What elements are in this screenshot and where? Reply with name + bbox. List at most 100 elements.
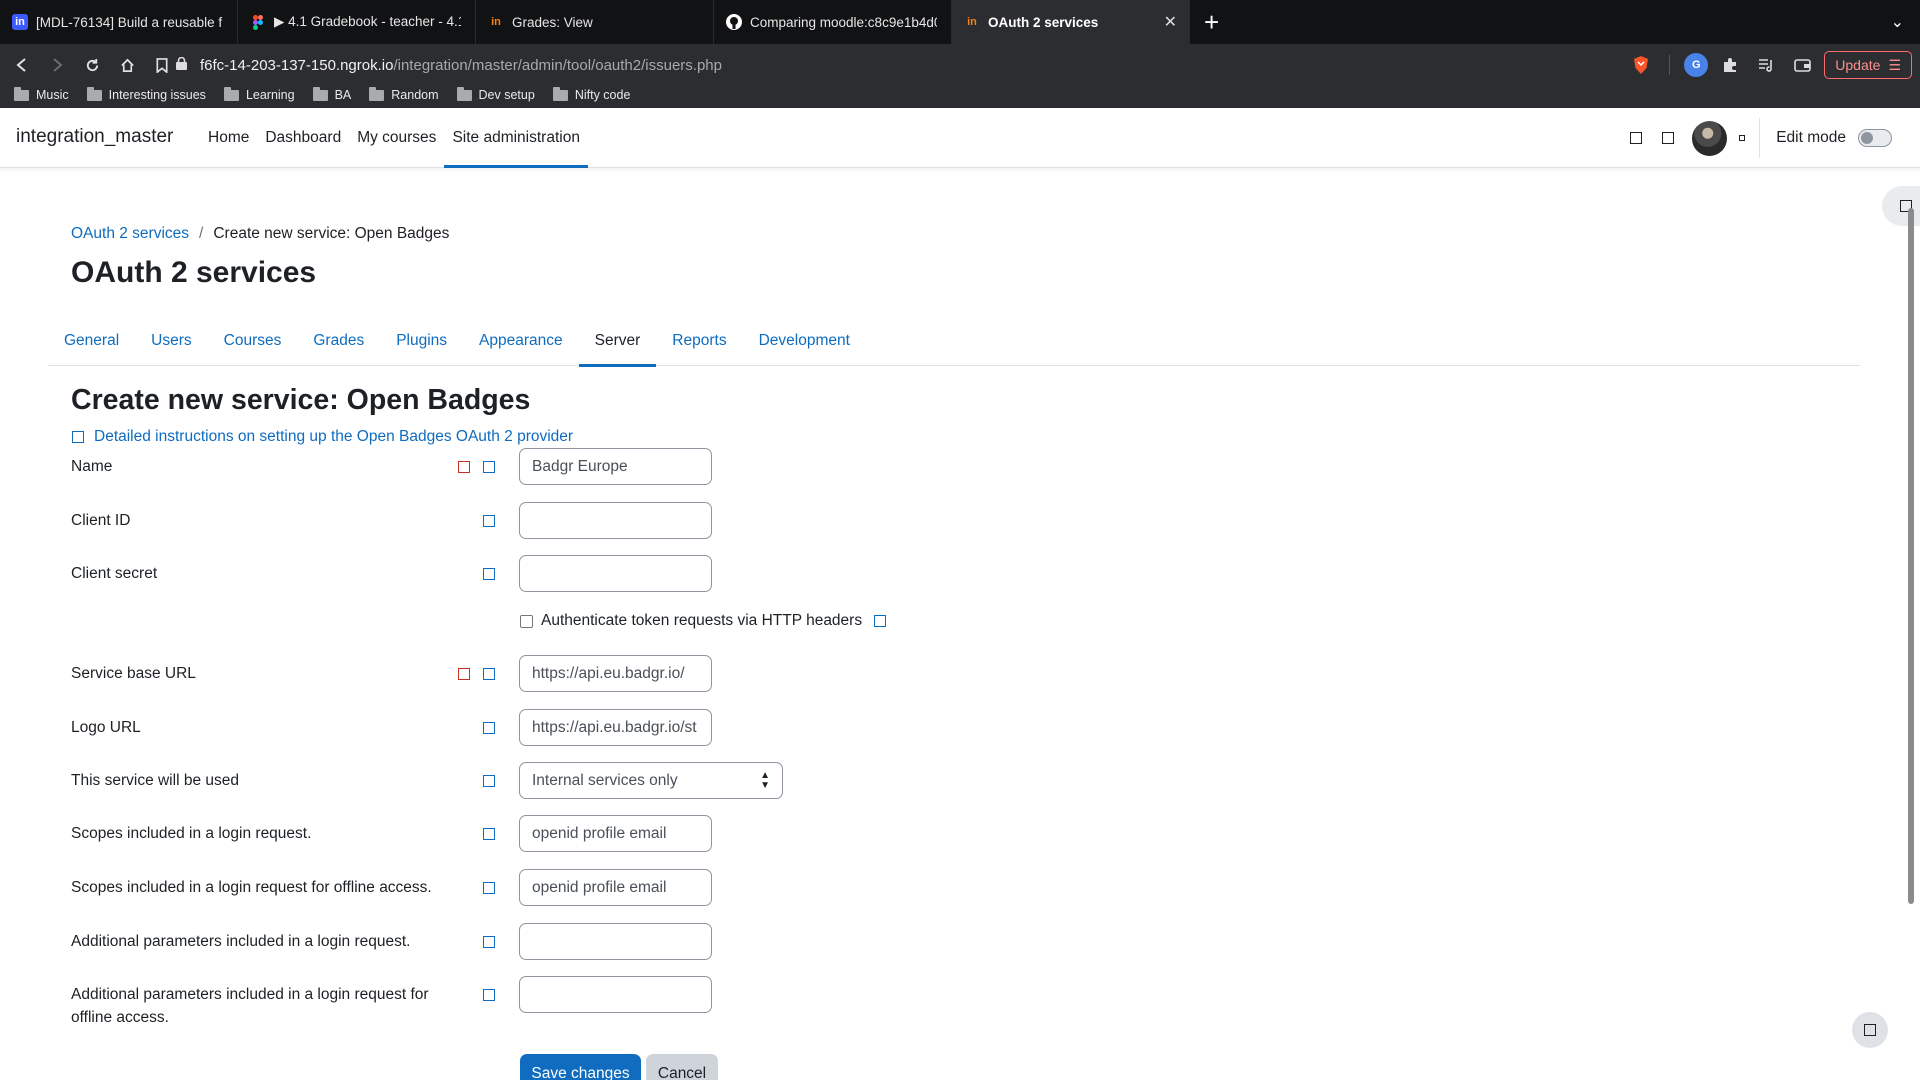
url-host: f6fc-14-203-137-150.ngrok.io xyxy=(200,56,394,74)
bookmark-folder[interactable]: Music xyxy=(14,86,69,104)
tab-development[interactable]: Development xyxy=(743,316,866,366)
tab-general[interactable]: General xyxy=(48,316,135,366)
bookmark-folder[interactable]: Random xyxy=(369,86,439,104)
brave-shields-icon[interactable] xyxy=(1627,51,1655,79)
tab-courses[interactable]: Courses xyxy=(208,316,298,366)
field-label: Scopes included in a login request for o… xyxy=(71,869,495,899)
block-drawer-toggle[interactable] xyxy=(1882,186,1920,226)
field-label: Client secret xyxy=(71,555,495,585)
folder-icon xyxy=(552,86,568,101)
toolbar-actions: G Update ☰ xyxy=(1627,50,1912,80)
update-button[interactable]: Update ☰ xyxy=(1824,51,1912,79)
browser-tab[interactable]: Comparing moodle:c8c9e1b4d033e xyxy=(714,0,952,44)
name-label: Name xyxy=(71,458,113,475)
tab-users[interactable]: Users xyxy=(135,316,207,366)
notifications-icon[interactable] xyxy=(1630,132,1643,144)
translate-extension-icon[interactable]: G xyxy=(1684,53,1709,77)
user-menu-chevron-icon[interactable] xyxy=(1739,135,1746,141)
scopes-offline-input[interactable]: openid profile email xyxy=(519,869,712,906)
form-row-scopes-login: Scopes included in a login request. open… xyxy=(71,815,931,852)
browser-tab-active[interactable]: in OAuth 2 services ✕ xyxy=(952,0,1190,44)
browser-tab[interactable]: in [MDL-76134] Build a reusable filter xyxy=(0,0,238,44)
help-icon[interactable] xyxy=(483,828,495,840)
user-controls: Edit mode xyxy=(1630,108,1920,168)
wallet-icon[interactable] xyxy=(1788,51,1816,79)
reload-icon[interactable] xyxy=(76,49,108,81)
form-row-logo-url: Logo URL https://api.eu.badgr.io/st xyxy=(71,709,931,746)
nav-dashboard[interactable]: Dashboard xyxy=(257,108,349,168)
help-icon[interactable] xyxy=(483,668,495,680)
bookmark-icon[interactable] xyxy=(146,49,178,81)
new-tab-icon[interactable]: + xyxy=(1190,0,1233,44)
field-label: Client ID xyxy=(71,502,495,532)
auth-headers-label[interactable]: Authenticate token requests via HTTP hea… xyxy=(541,612,862,630)
client-id-input[interactable] xyxy=(519,502,712,539)
params-offline-input[interactable] xyxy=(519,976,712,1013)
tab-plugins[interactable]: Plugins xyxy=(380,316,463,366)
service-use-selected: Internal services only xyxy=(532,771,678,789)
form-row-scopes-offline: Scopes included in a login request for o… xyxy=(71,869,931,906)
bookmark-folder[interactable]: Dev setup xyxy=(456,86,535,104)
bookmark-folder[interactable]: Learning xyxy=(223,86,295,104)
cancel-button[interactable]: Cancel xyxy=(646,1054,718,1080)
bookmark-label: Random xyxy=(391,88,439,102)
edit-mode-label: Edit mode xyxy=(1776,129,1846,146)
help-icon[interactable] xyxy=(483,936,495,948)
help-icon[interactable] xyxy=(483,989,495,1001)
page-title: OAuth 2 services xyxy=(71,256,317,289)
breadcrumb-oauth2-services[interactable]: OAuth 2 services xyxy=(71,225,189,243)
edit-mode-toggle[interactable] xyxy=(1858,129,1892,147)
scopes-offline-label: Scopes included in a login request for o… xyxy=(71,879,432,896)
nav-my-courses[interactable]: My courses xyxy=(349,108,444,168)
site-name[interactable]: integration_master xyxy=(16,126,173,148)
name-input[interactable]: Badgr Europe xyxy=(519,448,712,485)
help-icon[interactable] xyxy=(483,775,495,787)
bookmark-folder[interactable]: Nifty code xyxy=(552,86,630,104)
forward-icon[interactable] xyxy=(41,49,73,81)
field-label: This service will be used xyxy=(71,762,495,792)
nav-site-administration[interactable]: Site administration xyxy=(444,108,588,168)
client-secret-input[interactable] xyxy=(519,555,712,592)
playlist-icon[interactable] xyxy=(1752,51,1780,79)
help-icon[interactable] xyxy=(483,515,495,527)
docs-link[interactable]: Detailed instructions on setting up the … xyxy=(72,428,573,446)
browser-tab[interactable]: in Grades: View xyxy=(476,0,714,44)
tab-server[interactable]: Server xyxy=(578,316,657,367)
help-icon[interactable] xyxy=(483,882,495,894)
address-bar[interactable]: f6fc-14-203-137-150.ngrok.io/integration… xyxy=(176,48,1656,82)
help-icon[interactable] xyxy=(483,722,495,734)
home-icon[interactable] xyxy=(111,49,143,81)
footer-help-button[interactable] xyxy=(1852,1012,1888,1048)
service-use-select[interactable]: Internal services only ▲ ▼ xyxy=(519,762,783,799)
back-icon[interactable] xyxy=(6,49,38,81)
params-login-input[interactable] xyxy=(519,923,712,960)
invision-favicon-icon: in xyxy=(12,14,28,30)
docs-link-text[interactable]: Detailed instructions on setting up the … xyxy=(94,428,573,446)
moodle-favicon-icon: in xyxy=(491,16,501,28)
avatar[interactable] xyxy=(1692,120,1728,156)
close-tab-icon[interactable]: ✕ xyxy=(1164,12,1177,32)
browser-tab[interactable]: ▶ 4.1 Gradebook - teacher - 4.1 Gra xyxy=(238,0,476,44)
auth-headers-checkbox[interactable] xyxy=(520,614,533,628)
bookmark-folder[interactable]: BA xyxy=(312,86,351,104)
secondary-navigation: General Users Courses Grades Plugins App… xyxy=(48,316,1860,367)
tab-reports[interactable]: Reports xyxy=(656,316,742,366)
breadcrumb: OAuth 2 services / Create new service: O… xyxy=(71,225,449,243)
help-icon[interactable] xyxy=(483,568,495,580)
save-changes-button[interactable]: Save changes xyxy=(520,1054,641,1080)
messages-icon[interactable] xyxy=(1662,132,1675,144)
extensions-puzzle-icon[interactable] xyxy=(1716,51,1744,79)
page-scrollbar[interactable] xyxy=(1908,208,1914,904)
field-label: Name xyxy=(71,448,495,478)
tab-appearance[interactable]: Appearance xyxy=(463,316,579,366)
tab-grades[interactable]: Grades xyxy=(297,316,380,366)
scopes-login-input[interactable]: openid profile email xyxy=(519,815,712,852)
logo-url-input[interactable]: https://api.eu.badgr.io/st xyxy=(519,709,712,746)
bookmark-folder[interactable]: Interesting issues xyxy=(86,86,206,104)
nav-home[interactable]: Home xyxy=(200,108,257,168)
bookmark-label: Music xyxy=(36,88,69,102)
help-icon[interactable] xyxy=(874,615,887,627)
base-url-input[interactable]: https://api.eu.badgr.io/ xyxy=(519,655,712,692)
tab-list-chevron-icon[interactable]: ⌄ xyxy=(1891,12,1904,32)
help-icon[interactable] xyxy=(483,461,495,473)
